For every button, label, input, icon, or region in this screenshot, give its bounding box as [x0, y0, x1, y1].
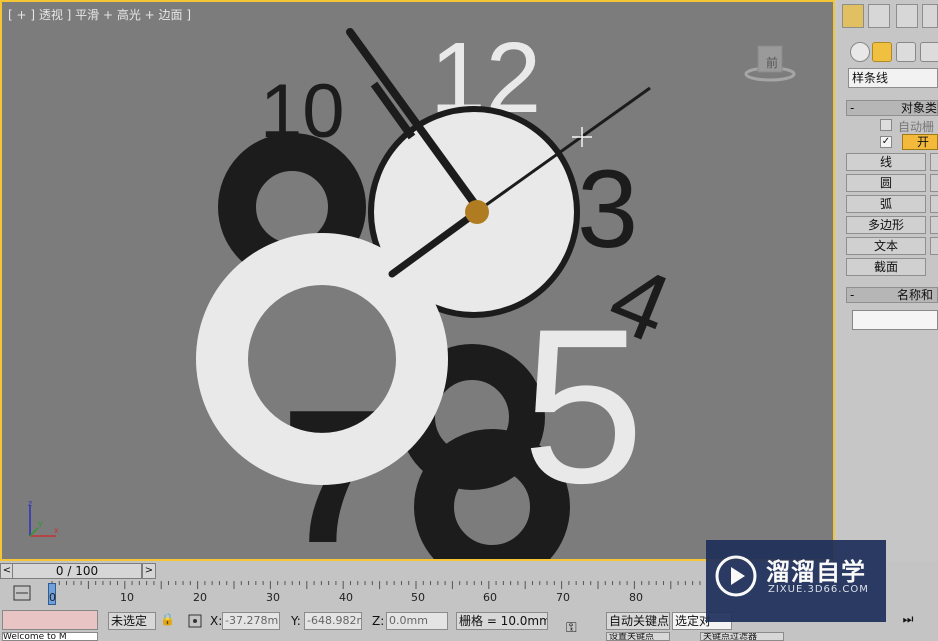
viewport-label-menu[interactable]: [ + ] 透视 ] 平滑 + 高光 + 边面 ]	[8, 6, 191, 23]
selection-status: 未选定	[108, 612, 156, 630]
key-icon[interactable]: ⚿	[566, 620, 594, 636]
name-color-rollout-title: 名称和	[897, 288, 934, 302]
tick-label: 40	[339, 591, 353, 604]
ngon-button[interactable]: 多边形	[846, 216, 926, 234]
axis-x-label: x	[54, 526, 59, 535]
scene-digit-3: 3	[577, 148, 638, 271]
axis-z-label: z	[28, 499, 32, 508]
tick-label: 30	[266, 591, 280, 604]
z-coordinate-field[interactable]: 0.0mm	[386, 612, 448, 630]
section-button[interactable]: 截面	[846, 258, 926, 276]
donut-button[interactable]	[930, 195, 938, 213]
time-slider[interactable]: 0 / 100	[12, 563, 142, 579]
star-button[interactable]	[930, 216, 938, 234]
x-coordinate-field[interactable]: -37.278mm	[222, 612, 280, 630]
cameras-icon[interactable]	[920, 42, 938, 62]
auto-key-button[interactable]: 自动关键点	[606, 612, 670, 630]
selection-color-swatch[interactable]	[2, 610, 98, 630]
geometry-icon[interactable]	[850, 42, 870, 62]
perspective-viewport[interactable]: 10 3 4 7 12 5 [ + ] 透视 ] 平滑 + 高光 + 边面 ] …	[0, 0, 835, 561]
watermark-brand: 溜溜自学	[766, 558, 866, 586]
shapes-icon[interactable]	[872, 42, 892, 62]
z-label: Z:	[372, 614, 385, 628]
set-key-button[interactable]: 设置关键点	[606, 632, 670, 641]
lights-icon[interactable]	[896, 42, 916, 62]
object-type-rollout[interactable]: - 对象类	[846, 100, 938, 116]
object-type-rollout-title: 对象类	[901, 101, 938, 115]
motion-tab-icon[interactable]	[922, 4, 938, 28]
helix-button[interactable]	[930, 237, 938, 255]
lock-icon[interactable]: 🔒	[160, 612, 176, 630]
tick-label: 70	[556, 591, 570, 604]
object-name-input[interactable]	[852, 310, 938, 330]
grid-size-display: 栅格 = 10.0mm	[456, 612, 548, 630]
next-frame-button[interactable]: >	[142, 563, 156, 579]
x-label: X:	[210, 614, 223, 628]
curve-editor-icon[interactable]	[12, 584, 32, 602]
viewcube-front-label: 前	[766, 56, 779, 70]
tick-label: 50	[411, 591, 425, 604]
scene-digit-10: 10	[260, 69, 345, 154]
tick-label: 0	[49, 591, 56, 604]
ellipse-button[interactable]	[930, 174, 938, 192]
autogrid-checkbox[interactable]	[880, 119, 892, 131]
world-axis-gizmo: z x y	[28, 499, 59, 537]
arc-button[interactable]: 弧	[846, 195, 926, 213]
absolute-mode-icon[interactable]	[186, 612, 204, 630]
name-color-rollout[interactable]: - 名称和	[846, 287, 938, 303]
tick-label: 80	[629, 591, 643, 604]
modify-tab-icon[interactable]	[868, 4, 890, 28]
rectangle-button[interactable]	[930, 153, 938, 171]
create-tab-icon[interactable]	[842, 4, 864, 28]
hierarchy-tab-icon[interactable]	[896, 4, 918, 28]
key-filters-button[interactable]: 关键点过滤器	[700, 632, 784, 641]
axis-y-label: y	[38, 519, 43, 528]
tick-label: 60	[483, 591, 497, 604]
circle-button[interactable]: 圆	[846, 174, 926, 192]
clock-hub	[465, 200, 489, 224]
tick-label: 10	[120, 591, 134, 604]
y-coordinate-field[interactable]: -648.982mm	[304, 612, 362, 630]
tick-label: 20	[193, 591, 207, 604]
line-button[interactable]: 线	[846, 153, 926, 171]
text-button[interactable]: 文本	[846, 237, 926, 255]
watermark-badge: 溜溜自学 ZIXUE.3D66.COM	[706, 540, 886, 622]
start-new-shape-checkbox[interactable]: ✓	[880, 136, 892, 148]
scene-digit-5: 5	[522, 283, 644, 529]
goto-end-icon[interactable]: ⏭	[896, 612, 920, 630]
play-logo-icon	[715, 555, 757, 597]
autogrid-label: 自动栅	[898, 120, 935, 134]
track-bar-ruler[interactable]	[36, 581, 706, 603]
clock-scene: 10 3 4 7 12 5	[196, 22, 685, 559]
maxscript-listener[interactable]: Welcome to M	[2, 632, 98, 641]
watermark-url: ZIXUE.3D66.COM	[768, 584, 869, 595]
start-new-shape-button[interactable]: 开	[902, 134, 938, 150]
category-dropdown[interactable]: 样条线	[848, 68, 938, 88]
y-label: Y:	[291, 614, 301, 628]
